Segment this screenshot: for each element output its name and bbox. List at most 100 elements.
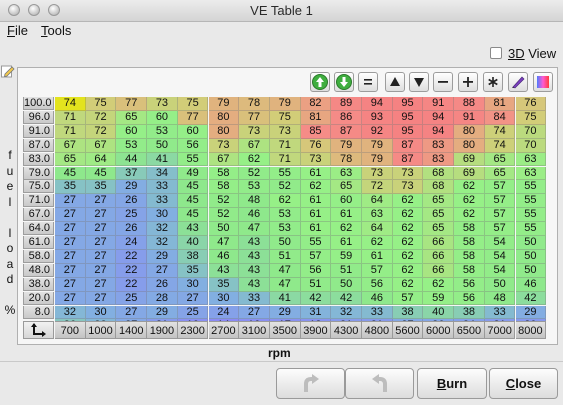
ve-cell[interactable]: 73 xyxy=(239,124,270,139)
ve-cell[interactable]: 46 xyxy=(208,249,240,264)
rpm-axis-value[interactable]: 4800 xyxy=(362,321,393,339)
ve-cell[interactable]: 26 xyxy=(116,194,148,209)
ve-cell[interactable]: 78 xyxy=(239,97,270,111)
ve-cell[interactable]: 30 xyxy=(85,305,117,320)
ve-cell[interactable]: 53 xyxy=(147,124,178,139)
ve-cell[interactable]: 62 xyxy=(392,194,424,209)
ve-cell[interactable]: 35 xyxy=(55,180,86,195)
ve-cell[interactable]: 27 xyxy=(85,291,117,306)
ve-cell[interactable]: 73 xyxy=(269,124,301,139)
ve-cell[interactable]: 57 xyxy=(484,180,516,195)
ve-cell[interactable]: 81 xyxy=(300,110,332,125)
ve-cell[interactable]: 64 xyxy=(85,152,117,167)
ve-cell[interactable]: 27 xyxy=(85,194,117,209)
ve-cell[interactable]: 50 xyxy=(515,249,547,264)
ve-cell[interactable]: 60 xyxy=(147,110,178,125)
ve-cell[interactable]: 45 xyxy=(177,194,209,209)
ve-cell[interactable]: 61 xyxy=(300,194,332,209)
ve-cell[interactable]: 27 xyxy=(55,236,86,250)
ve-cell[interactable]: 63 xyxy=(362,208,393,223)
load-axis-value[interactable]: 79.0 xyxy=(23,166,54,180)
ve-cell[interactable]: 52 xyxy=(239,166,270,181)
ve-cell[interactable]: 27 xyxy=(55,277,86,292)
ve-cell[interactable]: 46 xyxy=(362,291,393,306)
ve-cell[interactable]: 45 xyxy=(177,180,209,195)
ve-cell[interactable]: 32 xyxy=(147,236,178,250)
ve-cell[interactable]: 58 xyxy=(454,263,485,278)
rpm-axis-value[interactable]: 2700 xyxy=(208,321,240,339)
ve-cell[interactable]: 53 xyxy=(269,208,301,223)
ve-cell[interactable]: 62 xyxy=(392,277,424,292)
ve-cell[interactable]: 62 xyxy=(300,180,332,195)
ve-cell[interactable]: 62 xyxy=(362,236,393,250)
ve-cell[interactable]: 55 xyxy=(515,194,547,209)
rpm-axis-value[interactable]: 4300 xyxy=(331,321,362,339)
ve-cell[interactable]: 77 xyxy=(116,97,148,111)
rpm-axis-value[interactable]: 3100 xyxy=(239,321,270,339)
ve-cell[interactable]: 61 xyxy=(331,208,362,223)
ve-cell[interactable]: 27 xyxy=(85,249,117,264)
ve-cell[interactable]: 38 xyxy=(177,249,209,264)
rpm-axis-value[interactable]: 6000 xyxy=(423,321,455,339)
ve-cell[interactable]: 73 xyxy=(362,166,393,181)
ve-cell[interactable]: 87 xyxy=(392,152,424,167)
ve-cell[interactable]: 56 xyxy=(454,277,485,292)
ve-cell[interactable]: 22 xyxy=(116,249,148,264)
ve-cell[interactable]: 73 xyxy=(147,97,178,111)
ve-cell[interactable]: 55 xyxy=(177,152,209,167)
zoom-window-icon[interactable] xyxy=(48,4,60,16)
ve-cell[interactable]: 84 xyxy=(484,110,516,125)
ve-cell[interactable]: 67 xyxy=(208,152,240,167)
ve-cell[interactable]: 54 xyxy=(484,249,516,264)
ve-cell[interactable]: 69 xyxy=(454,152,485,167)
load-axis-value[interactable]: 61.0 xyxy=(23,236,54,249)
ve-cell[interactable]: 30 xyxy=(177,277,209,292)
ve-cell[interactable]: 27 xyxy=(85,222,117,236)
ve-cell[interactable]: 24 xyxy=(208,305,240,320)
ve-cell[interactable]: 47 xyxy=(269,277,301,292)
ve-cell[interactable]: 71 xyxy=(269,152,301,167)
ve-cell[interactable]: 62 xyxy=(392,249,424,264)
ve-cell[interactable]: 56 xyxy=(362,277,393,292)
ve-cell[interactable]: 71 xyxy=(55,110,86,125)
redo-button[interactable] xyxy=(345,368,414,399)
ve-cell[interactable]: 49 xyxy=(177,166,209,181)
ve-cell[interactable]: 43 xyxy=(239,249,270,264)
ve-cell[interactable]: 37 xyxy=(116,166,148,181)
ve-cell[interactable]: 26 xyxy=(147,277,178,292)
ve-cell[interactable]: 63 xyxy=(515,152,547,167)
ve-cell[interactable]: 67 xyxy=(239,138,270,153)
ve-cell[interactable]: 57 xyxy=(392,291,424,306)
ve-cell[interactable]: 60 xyxy=(116,124,148,139)
ve-cell[interactable]: 43 xyxy=(239,277,270,292)
ve-cell[interactable]: 66 xyxy=(423,236,455,250)
ve-cell[interactable]: 55 xyxy=(515,208,547,223)
ve-cell[interactable]: 57 xyxy=(484,194,516,209)
ve-cell[interactable]: 62 xyxy=(454,194,485,209)
ve-cell[interactable]: 46 xyxy=(239,208,270,223)
decrease-icon[interactable] xyxy=(334,72,354,92)
ve-cell[interactable]: 29 xyxy=(269,305,301,320)
ve-cell[interactable]: 70 xyxy=(515,138,547,153)
ve-cell[interactable]: 83 xyxy=(423,138,455,153)
edit-pencil-icon[interactable] xyxy=(1,64,15,78)
ve-cell[interactable]: 65 xyxy=(116,110,148,125)
ve-cell[interactable]: 79 xyxy=(362,152,393,167)
ve-cell[interactable]: 27 xyxy=(55,194,86,209)
ve-cell[interactable]: 65 xyxy=(331,180,362,195)
undo-button[interactable] xyxy=(276,368,345,399)
ve-cell[interactable]: 38 xyxy=(392,305,424,320)
ve-cell[interactable]: 59 xyxy=(331,249,362,264)
ve-cell[interactable]: 47 xyxy=(269,263,301,278)
load-axis-value[interactable]: 75.0 xyxy=(23,180,54,194)
ve-cell[interactable]: 43 xyxy=(239,236,270,250)
ve-cell[interactable]: 81 xyxy=(484,97,516,111)
ve-cell[interactable]: 43 xyxy=(177,222,209,236)
rpm-axis-value[interactable]: 1000 xyxy=(85,321,117,339)
ve-cell[interactable]: 73 xyxy=(208,138,240,153)
ve-cell[interactable]: 22 xyxy=(116,277,148,292)
ve-cell[interactable]: 79 xyxy=(362,138,393,153)
color-scale-icon[interactable] xyxy=(533,72,553,92)
ve-cell[interactable]: 44 xyxy=(116,152,148,167)
ve-cell[interactable]: 80 xyxy=(208,110,240,125)
